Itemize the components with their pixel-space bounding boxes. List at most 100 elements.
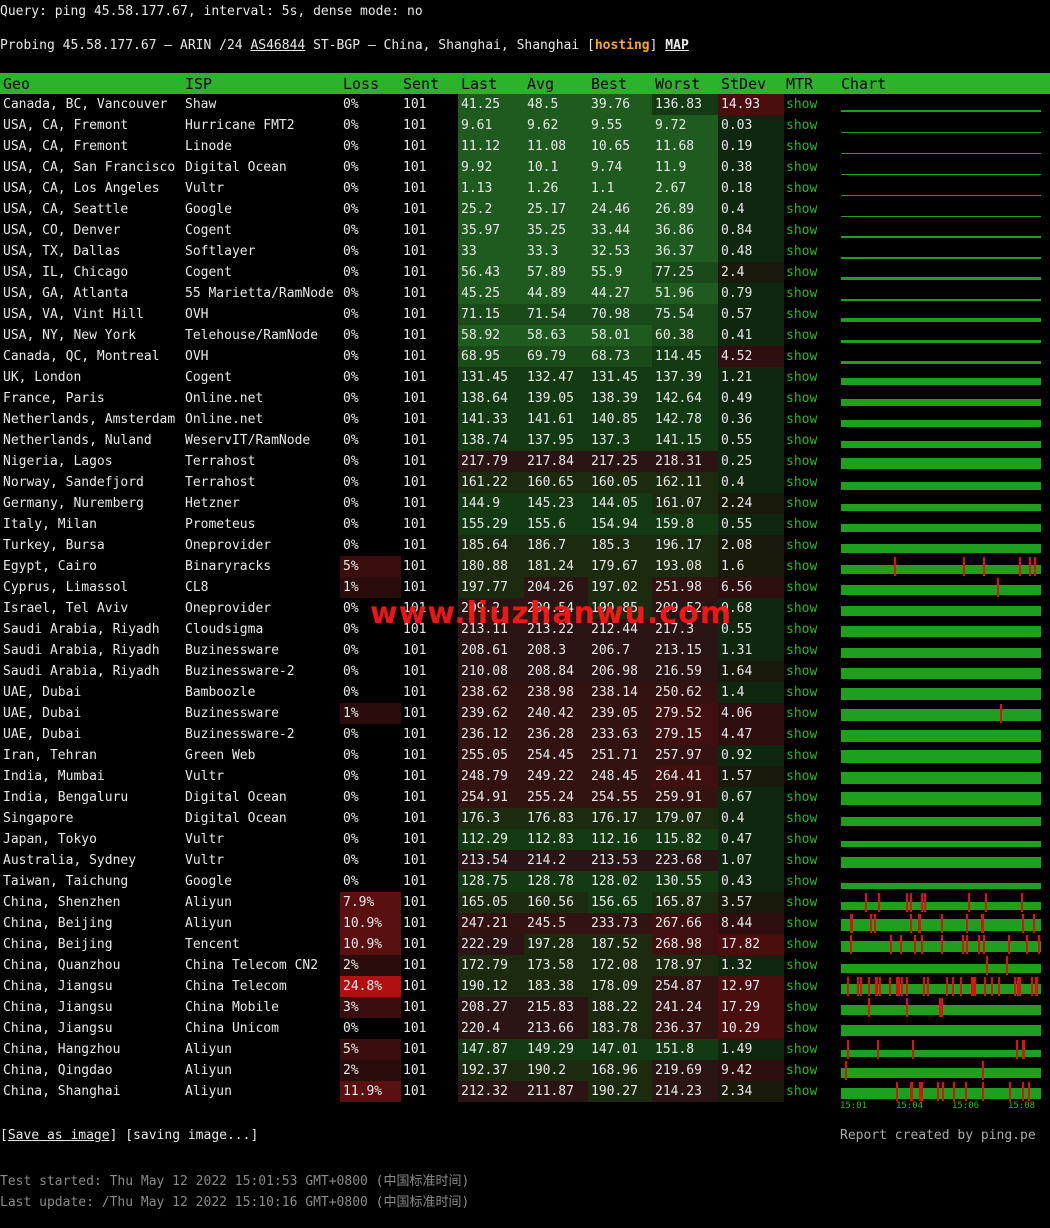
cell-mtr[interactable]: show	[783, 1039, 838, 1060]
map-link[interactable]: MAP	[665, 38, 688, 53]
chart-loss-spike	[901, 977, 903, 996]
row-chart	[841, 998, 1041, 1017]
probe-location: ST-BGP — China, Shanghai, Shanghai [	[305, 38, 595, 53]
cell-isp: Vultr	[185, 769, 225, 784]
cell-last: 185.64	[458, 535, 525, 556]
cell-mtr[interactable]: show	[783, 619, 838, 640]
cell-best: 55.9	[588, 262, 653, 283]
cell-mtr[interactable]: show	[783, 1018, 838, 1039]
row-chart	[841, 174, 1041, 175]
cell-mtr[interactable]: show	[783, 367, 838, 388]
cell-mtr[interactable]: show	[783, 598, 838, 619]
cell-mtr[interactable]: show	[783, 787, 838, 808]
chart-loss-spike	[1019, 557, 1021, 576]
cell-last: 248.79	[458, 766, 525, 787]
cell-mtr[interactable]: show	[783, 451, 838, 472]
cell-mtr[interactable]: show	[783, 1060, 838, 1081]
row-chart	[841, 504, 1041, 511]
cell-mtr[interactable]: show	[783, 766, 838, 787]
cell-mtr[interactable]: show	[783, 892, 838, 913]
cell-mtr[interactable]: show	[783, 241, 838, 262]
cell-worst: 51.96	[652, 283, 719, 304]
cell-mtr[interactable]: show	[783, 199, 838, 220]
cell-isp: Linode	[185, 139, 232, 154]
cell-geo: USA, NY, New York	[3, 328, 137, 343]
cell-mtr[interactable]: show	[783, 703, 838, 724]
cell-geo: USA, GA, Atlanta	[3, 286, 129, 301]
cell-mtr[interactable]: show	[783, 514, 838, 535]
cell-mtr[interactable]: show	[783, 850, 838, 871]
cell-avg: 139.05	[524, 388, 589, 409]
row-chart	[841, 648, 1041, 658]
cell-mtr[interactable]: show	[783, 976, 838, 997]
cell-last: 190.12	[458, 976, 525, 997]
cell-sent: 101	[403, 706, 427, 721]
row-chart	[841, 772, 1041, 784]
cell-mtr[interactable]: show	[783, 493, 838, 514]
cell-sent: 101	[403, 181, 427, 196]
cell-mtr[interactable]: show	[783, 724, 838, 745]
cell-mtr[interactable]: show	[783, 283, 838, 304]
cell-mtr[interactable]: show	[783, 262, 838, 283]
cell-mtr[interactable]: show	[783, 682, 838, 703]
cell-mtr[interactable]: show	[783, 94, 838, 115]
row-chart	[841, 1061, 1041, 1080]
header-worst: Worst	[655, 75, 701, 93]
cell-worst: 77.25	[652, 262, 719, 283]
table-row: USA, CA, Fremont Hurricane FMT2 0% 101 9.61 9…	[0, 115, 1050, 136]
cell-mtr[interactable]: show	[783, 808, 838, 829]
asn-link[interactable]: AS46844	[250, 38, 305, 53]
cell-loss: 0%	[343, 412, 359, 427]
chart-loss-spike	[1000, 704, 1002, 723]
cell-avg: 128.78	[524, 871, 589, 892]
cell-best: 185.3	[588, 535, 653, 556]
cell-mtr[interactable]: show	[783, 661, 838, 682]
cell-mtr[interactable]: show	[783, 430, 838, 451]
cell-loss: 0%	[343, 391, 359, 406]
cell-mtr[interactable]: show	[783, 1081, 838, 1102]
cell-geo: China, Quanzhou	[3, 958, 121, 973]
cell-worst: 236.37	[652, 1018, 719, 1039]
cell-mtr[interactable]: show	[783, 220, 838, 241]
cell-mtr[interactable]: show	[783, 157, 838, 178]
chart-latency-bar	[841, 841, 1041, 847]
cell-mtr[interactable]: show	[783, 472, 838, 493]
cell-mtr[interactable]: show	[783, 409, 838, 430]
cell-mtr[interactable]: show	[783, 388, 838, 409]
cell-mtr[interactable]: show	[783, 304, 838, 325]
cell-mtr[interactable]: show	[783, 871, 838, 892]
cell-mtr[interactable]: show	[783, 913, 838, 934]
cell-mtr[interactable]: show	[783, 556, 838, 577]
cell-loss: 0%	[343, 790, 359, 805]
cell-mtr[interactable]: show	[783, 346, 838, 367]
cell-mtr[interactable]: show	[783, 955, 838, 976]
cell-sent: 101	[403, 307, 427, 322]
cell-loss: 24.8%	[340, 976, 401, 997]
chart-loss-spike	[921, 935, 923, 954]
cell-mtr[interactable]: show	[783, 745, 838, 766]
cell-mtr[interactable]: show	[783, 535, 838, 556]
cell-last: 45.25	[458, 283, 525, 304]
row-chart	[841, 606, 1041, 616]
cell-mtr[interactable]: show	[783, 115, 838, 136]
cell-mtr[interactable]: show	[783, 934, 838, 955]
row-chart	[841, 399, 1041, 406]
cell-mtr[interactable]: show	[783, 577, 838, 598]
cell-mtr[interactable]: show	[783, 997, 838, 1018]
cell-mtr[interactable]: show	[783, 178, 838, 199]
cell-mtr[interactable]: show	[783, 136, 838, 157]
cell-geo: China, Qingdao	[3, 1063, 113, 1078]
chart-latency-bar	[841, 318, 1041, 322]
cell-mtr[interactable]: show	[783, 829, 838, 850]
chart-loss-spike	[963, 557, 965, 576]
chart-loss-spike	[921, 1082, 923, 1101]
cell-isp: Buzinessware	[185, 643, 279, 658]
cell-best: 138.39	[588, 388, 653, 409]
row-chart	[841, 956, 1041, 975]
cell-isp: Cogent	[185, 370, 232, 385]
cell-mtr[interactable]: show	[783, 640, 838, 661]
save-as-image-link[interactable]: Save as image	[8, 1128, 110, 1143]
cell-mtr[interactable]: show	[783, 325, 838, 346]
cell-stdev: 0.92	[718, 745, 784, 766]
chart-latency-bar	[841, 361, 1041, 364]
